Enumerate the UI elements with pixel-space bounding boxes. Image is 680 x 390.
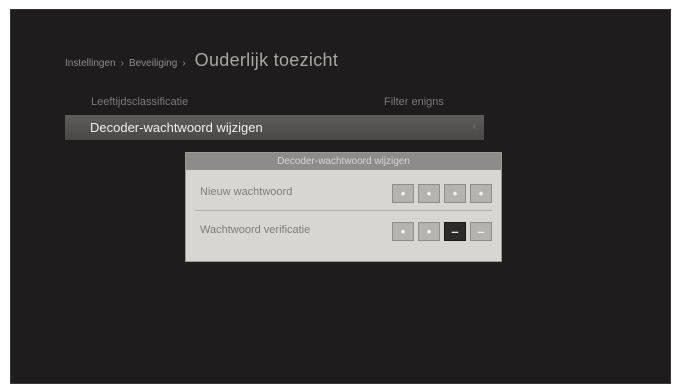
column-header-age-rating: Leeftijdsclassificatie [91, 96, 189, 108]
pin-digit-1[interactable]: • [392, 184, 414, 203]
breadcrumb: Instellingen › Beveiliging › Ouderlijk t… [65, 50, 338, 80]
new-password-row: Nieuw wachtwoord • • • • [195, 175, 492, 211]
breadcrumb-separator: › [120, 58, 124, 69]
change-password-dialog: Decoder-wachtwoord wijzigen Nieuw wachtw… [185, 152, 502, 262]
breadcrumb-item-settings[interactable]: Instellingen [65, 58, 116, 69]
new-password-pin-input[interactable]: • • • • [388, 184, 492, 203]
breadcrumb-item-security[interactable]: Beveiliging [129, 58, 177, 69]
chevron-left-icon: ‹ [472, 121, 476, 132]
pin-digit-3[interactable]: • [444, 184, 466, 203]
tv-screen: Instellingen › Beveiliging › Ouderlijk t… [10, 9, 671, 384]
menu-item-label: Decoder-wachtwoord wijzigen [90, 120, 263, 135]
menu-item-change-decoder-password[interactable]: Decoder-wachtwoord wijzigen ‹ [65, 115, 484, 140]
pin-digit-4[interactable]: • [470, 184, 492, 203]
column-header-filter: Filter enigns [384, 96, 444, 108]
verify-password-row: Wachtwoord verificatie • • – – [195, 213, 492, 249]
pin-digit-3-active[interactable]: – [444, 222, 466, 241]
pin-digit-1[interactable]: • [392, 222, 414, 241]
breadcrumb-separator: › [182, 58, 186, 69]
verify-password-pin-input[interactable]: • • – – [388, 222, 492, 241]
pin-digit-4[interactable]: – [470, 222, 492, 241]
new-password-label: Nieuw wachtwoord [200, 186, 293, 198]
page-title: Ouderlijk toezicht [194, 50, 339, 70]
pin-digit-2[interactable]: • [418, 184, 440, 203]
verify-password-label: Wachtwoord verificatie [200, 224, 311, 236]
pin-digit-2[interactable]: • [418, 222, 440, 241]
dialog-title: Decoder-wachtwoord wijzigen [186, 153, 501, 170]
